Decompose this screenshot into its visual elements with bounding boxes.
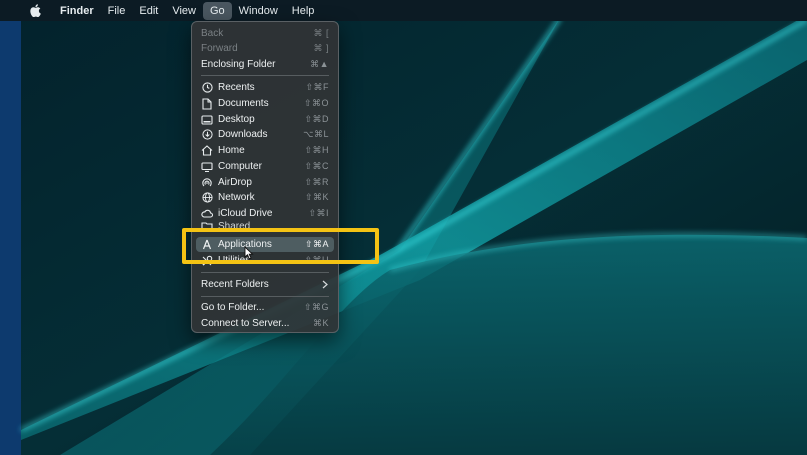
menu-item-airdrop[interactable]: AirDrop ⇧⌘R [196,175,334,190]
menu-item-recent-folders[interactable]: Recent Folders [196,277,334,292]
menu-item-icloud-drive[interactable]: iCloud Drive ⇧⌘I [196,206,334,221]
menu-bar: Finder File Edit View Go Window Help [0,0,807,21]
chevron-right-icon [322,280,328,289]
menu-item-label: iCloud Drive [218,208,273,219]
home-icon [201,145,213,157]
menu-separator [201,75,329,76]
menu-separator [201,272,329,273]
menu-item-go-to-folder[interactable]: Go to Folder... ⇧⌘G [196,300,334,315]
menu-item-label: Enclosing Folder [201,59,276,70]
menu-separator [201,296,329,297]
menu-item-label: Back [201,28,224,39]
menu-item-label: AirDrop [218,177,252,188]
menubar-window[interactable]: Window [232,2,285,20]
menu-item-shortcut: ⇧⌘I [308,208,329,218]
go-menu-dropdown: Back ⌘ [ Forward ⌘ ] Enclosing Folder ⌘▲… [191,21,339,333]
menu-item-label: Desktop [218,114,255,125]
mouse-pointer-icon [244,246,254,260]
menu-item-label: Forward [201,43,238,54]
menu-item-desktop[interactable]: Desktop ⇧⌘D [196,112,334,127]
menu-item-label: Downloads [218,129,268,140]
menu-item-shortcut: ⇧⌘H [304,145,329,155]
menu-item-shortcut: ⇧⌘D [304,114,329,124]
menu-item-label: Connect to Server... [201,318,290,329]
download-icon [201,129,213,141]
menu-item-computer[interactable]: Computer ⇧⌘C [196,159,334,174]
menu-item-home[interactable]: Home ⇧⌘H [196,143,334,158]
menubar-file[interactable]: File [101,2,133,20]
document-icon [201,97,213,110]
menu-item-shortcut: ⇧⌘G [303,302,329,312]
menu-item-downloads[interactable]: Downloads ⌥⌘L [196,127,334,142]
menu-item-connect-to-server[interactable]: Connect to Server... ⌘K [196,316,334,331]
airdrop-icon [201,177,213,189]
menu-item-shortcut: ⌘▲ [310,59,329,69]
highlight-callout-box [182,228,379,264]
menu-item-label: Recents [218,82,255,93]
menubar-edit[interactable]: Edit [132,2,165,20]
menu-item-shortcut: ⌘K [312,318,329,328]
menubar-go[interactable]: Go [202,1,232,20]
desktop-wallpaper [0,0,807,455]
menu-item-label: Documents [218,98,269,109]
menu-item-network[interactable]: Network ⇧⌘K [196,190,334,205]
menu-item-shortcut: ⌘ ] [313,43,329,53]
menu-item-enclosing-folder[interactable]: Enclosing Folder ⌘▲ [196,57,334,72]
menu-item-label: Recent Folders [201,279,269,290]
cloud-icon [201,208,213,220]
menu-item-shortcut: ⇧⌘K [304,192,329,202]
menu-item-shortcut: ⇧⌘R [304,177,329,187]
menu-item-label: Network [218,192,255,203]
menu-item-shortcut: ⇧⌘O [303,98,329,108]
menu-item-recents[interactable]: Recents ⇧⌘F [196,80,334,95]
computer-icon [201,161,213,173]
menu-item-label: Home [218,145,245,156]
menu-item-back[interactable]: Back ⌘ [ [196,26,334,41]
menu-item-label: Go to Folder... [201,302,265,313]
menu-item-label: Computer [218,161,262,172]
desktop-icon [201,114,213,126]
menubar-view[interactable]: View [165,2,203,20]
menu-item-documents[interactable]: Documents ⇧⌘O [196,96,334,111]
menubar-app-finder[interactable]: Finder [53,2,101,20]
apple-logo-icon[interactable] [30,4,44,18]
network-icon [201,192,213,204]
menu-item-shortcut: ⌥⌘L [303,129,329,139]
menubar-help[interactable]: Help [285,2,322,20]
menu-item-shortcut: ⇧⌘F [305,82,329,92]
menu-item-shortcut: ⇧⌘C [304,161,329,171]
menu-item-shortcut: ⌘ [ [313,28,329,38]
clock-icon [201,82,213,94]
menu-item-forward[interactable]: Forward ⌘ ] [196,41,334,56]
